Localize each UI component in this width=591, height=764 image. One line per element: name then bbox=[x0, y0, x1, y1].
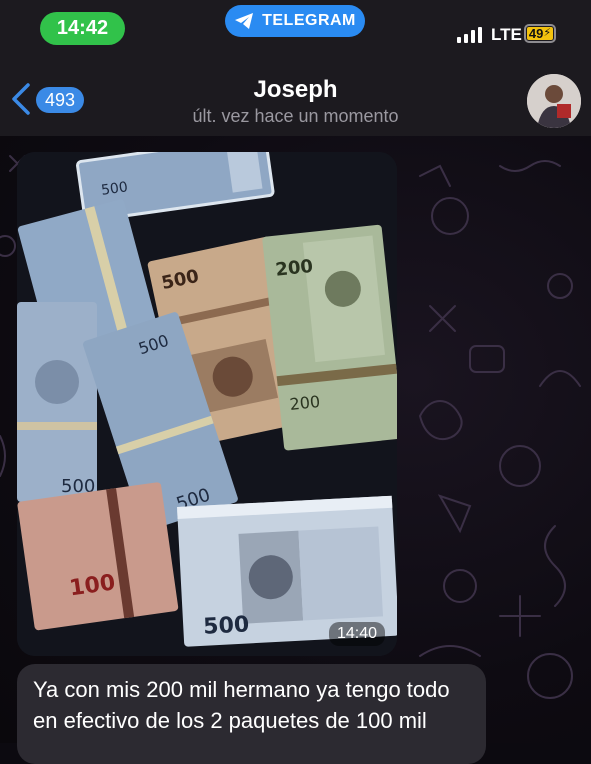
contact-name[interactable]: Joseph bbox=[0, 76, 591, 104]
signal-bars-icon bbox=[457, 27, 482, 43]
banknote-value: 500 bbox=[203, 612, 250, 639]
message-text: Ya con mis 200 mil hermano ya tengo todo… bbox=[33, 677, 450, 733]
cash-stacks-photo: 500 500 500 200 200 bbox=[17, 152, 397, 656]
text-message[interactable]: Ya con mis 200 mil hermano ya tengo todo… bbox=[17, 664, 486, 764]
status-bar: 14:42 TELEGRAM LTE 49 ⚡ bbox=[0, 0, 591, 56]
battery-level: 49 ⚡ bbox=[527, 26, 553, 41]
telegram-pill-label: TELEGRAM bbox=[262, 12, 356, 29]
telegram-plane-icon bbox=[235, 13, 254, 29]
clock-time: 14:42 bbox=[56, 17, 109, 39]
battery-icon: 49 ⚡ bbox=[524, 24, 556, 43]
avatar-photo bbox=[527, 74, 581, 128]
banknote-value: 200 bbox=[274, 256, 314, 281]
photo-timestamp: 14:40 bbox=[328, 622, 385, 646]
banknote-value: 200 bbox=[289, 392, 321, 414]
chat-header: 493 Joseph últ. vez hace un momento bbox=[0, 56, 591, 136]
return-to-telegram-pill[interactable]: TELEGRAM bbox=[225, 5, 365, 37]
photo-message[interactable]: 500 500 500 200 200 bbox=[17, 152, 397, 656]
last-seen-status: últ. vez hace un momento bbox=[192, 106, 399, 126]
network-type: LTE bbox=[491, 25, 522, 44]
contact-avatar[interactable] bbox=[527, 74, 581, 128]
clock-pill: 14:42 bbox=[40, 12, 125, 45]
charging-bolt-icon: ⚡ bbox=[543, 27, 552, 39]
battery-percent: 49 bbox=[528, 26, 544, 41]
